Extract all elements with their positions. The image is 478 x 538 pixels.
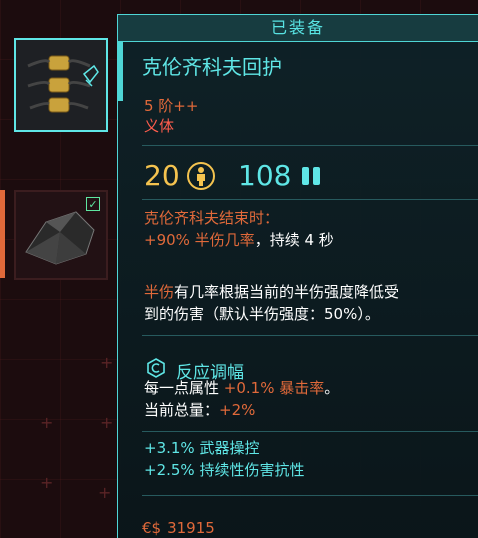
effect-chance: +90% 半伤几率 [144, 231, 255, 249]
cyberware-capacity-value: 108 [238, 159, 292, 192]
bonus-weapon-handling: +3.1% 武器操控 [144, 439, 260, 457]
keyword-half-damage: 半伤 [144, 283, 175, 301]
item-name: 克伦齐科夫回护 [142, 55, 282, 79]
divider [142, 431, 478, 432]
divider [142, 495, 478, 496]
divider [142, 335, 478, 336]
effect-duration: ，持续 4 秒 [254, 231, 334, 249]
modifier-line1-suffix: 。 [324, 379, 340, 397]
slot-accent [0, 190, 5, 278]
price-value: 31915 [167, 519, 215, 537]
crosshair-mark: + [100, 413, 114, 432]
panel-side-accent [116, 41, 123, 101]
cyberware-capacity-icon [302, 167, 320, 185]
effect-description-line1: 半伤有几率根据当前的半伤强度降低受 [144, 281, 399, 302]
equipped-tab: 已装备 [118, 15, 478, 42]
description-text: 有几率根据当前的半伤强度降低受 [174, 283, 400, 301]
armadillo-cyberware-icon [27, 55, 99, 113]
armor-icon [187, 162, 215, 190]
effect-detail: +90% 半伤几率，持续 4 秒 [144, 229, 334, 250]
inventory-slot-other[interactable]: ✓ [14, 190, 108, 280]
inventory-slot-armadillo[interactable] [14, 38, 108, 132]
eurodollar-icon: €$ [142, 519, 162, 537]
reflex-modifier-icon [147, 358, 165, 378]
divider [142, 145, 478, 146]
price: €$ 31915 [142, 519, 215, 537]
modifier-total-label: 当前总量： [144, 401, 220, 419]
armor-value: 20 [144, 159, 180, 192]
divider [142, 199, 478, 200]
modifier-line1-value: +0.1% 暴击率 [223, 379, 325, 397]
crosshair-mark: + [100, 353, 114, 372]
equipped-check-icon: ✓ [86, 197, 100, 211]
item-tier: 5 阶++ [144, 97, 199, 115]
effect-description-line2: 到的伤害（默认半伤强度：50%）。 [144, 305, 380, 323]
effect-trigger: 克伦齐科夫结束时： [144, 209, 280, 227]
item-tooltip: 已装备 克伦齐科夫回护 5 阶++ 义体 20 108 克伦齐科夫结束时： +9… [116, 14, 478, 538]
item-category: 义体 [144, 117, 175, 135]
crosshair-mark: + [98, 483, 112, 502]
modifier-line1-label: 每一点属性 [144, 379, 220, 397]
modifier-line2: 当前总量：+2% [144, 399, 255, 420]
modifier-line1: 每一点属性 +0.1% 暴击率。 [144, 377, 339, 398]
modifier-total-value: +2% [219, 401, 256, 419]
crosshair-mark: + [40, 473, 54, 492]
crosshair-mark: + [40, 413, 54, 432]
bonus-dot-resistance: +2.5% 持续性伤害抗性 [144, 461, 305, 479]
